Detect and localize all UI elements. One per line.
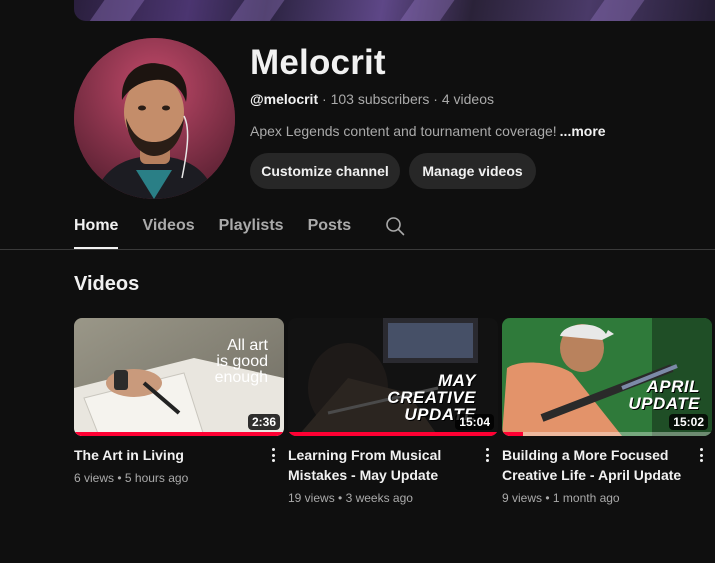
customize-channel-button[interactable]: Customize channel: [250, 153, 400, 189]
tab-posts[interactable]: Posts: [308, 205, 352, 249]
video-age: 3 weeks ago: [345, 491, 413, 505]
tab-home[interactable]: Home: [74, 205, 119, 249]
thumbnail-text-line: MAY: [437, 371, 476, 390]
video-title[interactable]: Building a More Focused Creative Life - …: [502, 445, 682, 485]
search-icon[interactable]: [385, 216, 405, 236]
more-options-icon[interactable]: [696, 446, 706, 464]
more-link[interactable]: ...more: [560, 123, 606, 139]
channel-banner: [74, 0, 715, 21]
video-views: 9 views: [502, 491, 543, 505]
video-card[interactable]: All art is good enough 2:36 The Art in L…: [74, 318, 284, 485]
channel-name: Melocrit: [250, 43, 386, 82]
video-meta: 6 views • 5 hours ago: [74, 471, 189, 485]
video-duration: 2:36: [247, 414, 280, 430]
thumbnail-text-line: enough: [214, 369, 268, 386]
video-title[interactable]: Learning From Musical Mistakes - May Upd…: [288, 445, 468, 485]
video-thumbnail[interactable]: All art is good enough 2:36: [74, 318, 284, 436]
watch-progress-track: [502, 432, 712, 436]
video-card[interactable]: APRIL UPDATE 15:02 Building a More Focus…: [502, 318, 712, 505]
watch-progress: [502, 432, 523, 436]
channel-avatar[interactable]: [74, 38, 235, 199]
video-duration: 15:04: [455, 414, 494, 430]
video-duration: 15:02: [669, 414, 708, 430]
video-count: 4 videos: [441, 91, 495, 107]
video-thumbnail[interactable]: APRIL UPDATE 15:02: [502, 318, 712, 436]
video-age: 5 hours ago: [124, 471, 189, 485]
thumbnail-text-line: APRIL: [646, 377, 700, 396]
tab-videos[interactable]: Videos: [142, 205, 194, 249]
subscriber-count: 103 subscribers: [330, 91, 430, 107]
thumbnail-overlay-text: All art is good enough: [215, 338, 268, 386]
section-title: Videos: [74, 273, 140, 295]
video-views: 19 views: [288, 491, 335, 505]
more-options-icon[interactable]: [268, 446, 278, 464]
manage-videos-button[interactable]: Manage videos: [409, 153, 536, 189]
meta-separator: ·: [433, 91, 438, 107]
thumbnail-text-line: CREATIVE: [387, 388, 476, 407]
video-views: 6 views: [74, 471, 115, 485]
video-meta: 9 views • 1 month ago: [502, 491, 620, 505]
watch-progress: [74, 432, 284, 436]
video-card[interactable]: MAY CREATIVE UPDATE 15:04 Learning From …: [288, 318, 498, 505]
video-meta: 19 views • 3 weeks ago: [288, 491, 413, 505]
channel-description[interactable]: Apex Legends content and tournament cove…: [250, 123, 606, 139]
tab-playlists[interactable]: Playlists: [219, 205, 284, 249]
channel-meta: @melocrit · 103 subscribers · 4 videos: [250, 91, 494, 107]
channel-handle: @melocrit: [250, 91, 319, 107]
video-title[interactable]: The Art in Living: [74, 445, 254, 465]
thumbnail-text-line: All art: [227, 337, 268, 354]
thumbnail-text-line: UPDATE: [628, 394, 700, 413]
watch-progress: [288, 432, 498, 436]
video-thumbnail[interactable]: MAY CREATIVE UPDATE 15:04: [288, 318, 498, 436]
meta-separator: ·: [322, 91, 327, 107]
tabs-divider: [0, 249, 715, 250]
thumbnail-text-line: is good: [216, 353, 268, 370]
channel-tabs: Home Videos Playlists Posts: [74, 205, 375, 249]
description-text: Apex Legends content and tournament cove…: [250, 123, 557, 139]
video-age: 1 month ago: [552, 491, 620, 505]
thumbnail-overlay-text: APRIL UPDATE: [628, 378, 700, 412]
more-options-icon[interactable]: [482, 446, 492, 464]
